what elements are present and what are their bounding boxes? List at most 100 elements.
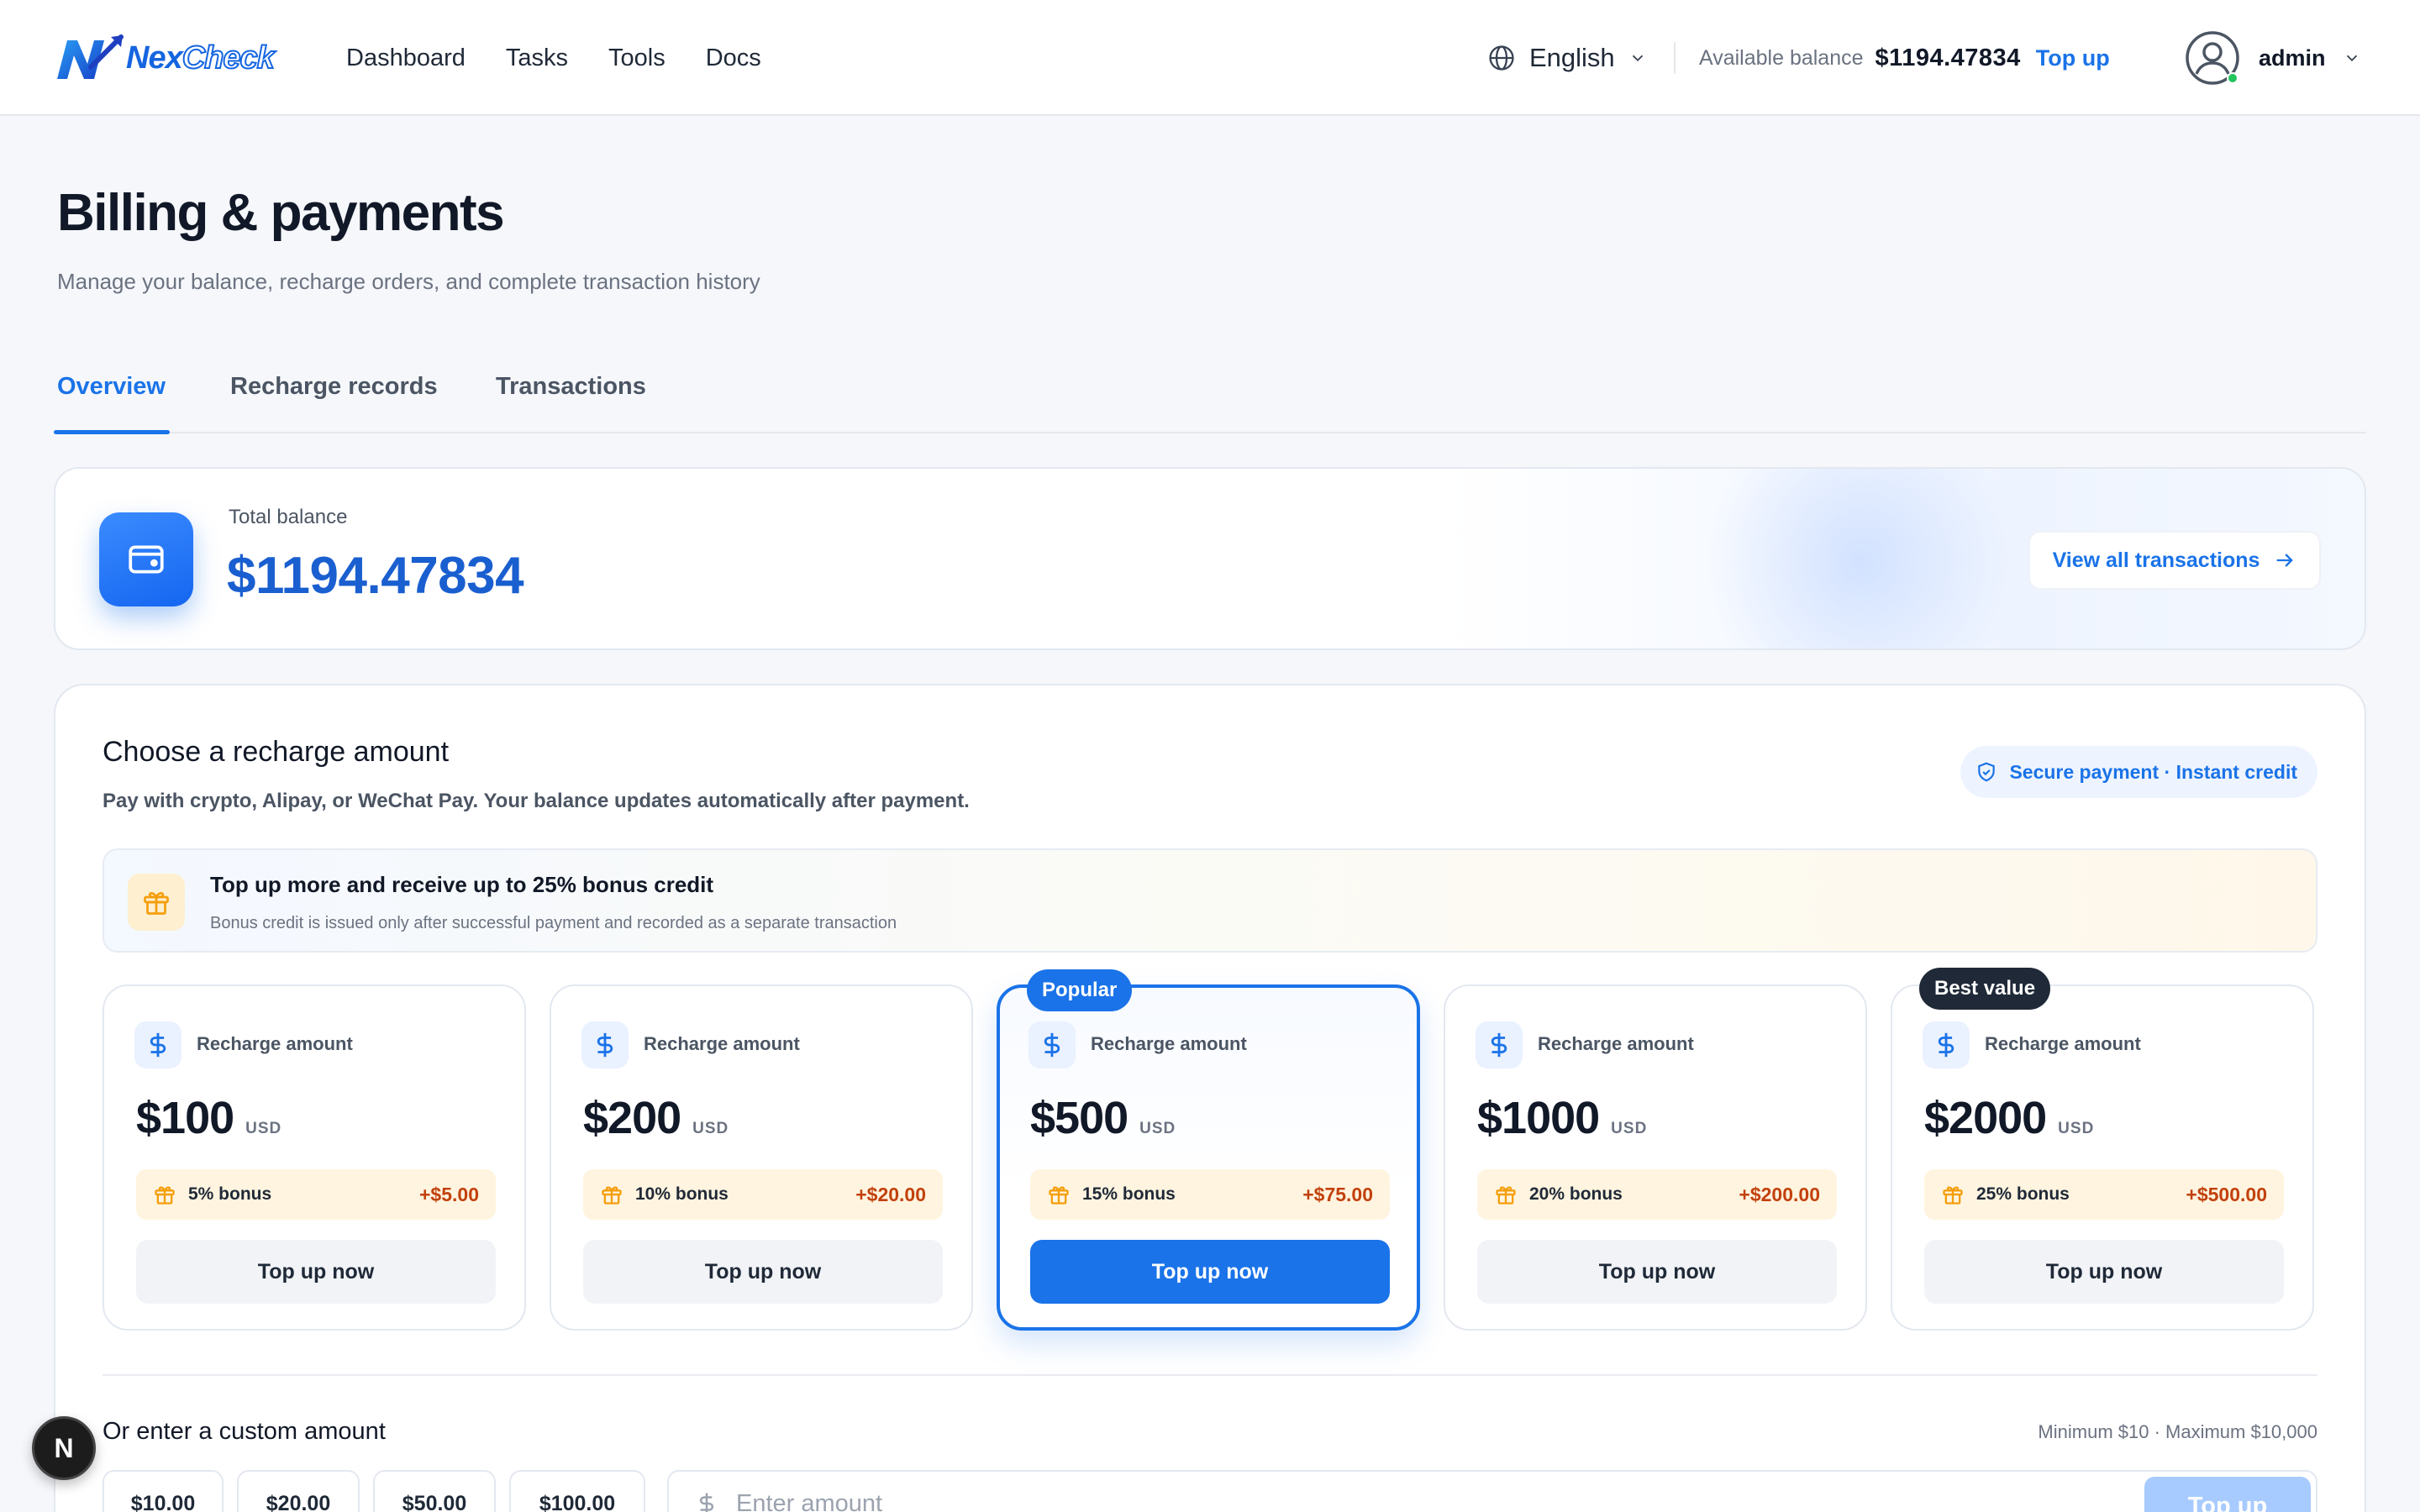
bonus-amount: +$200.00 (1739, 1183, 1820, 1205)
top-up-now-button[interactable]: Top up now (1030, 1240, 1390, 1304)
popular-tag: Popular (1027, 969, 1133, 1011)
plan-amount: $500 USD (1030, 1093, 1176, 1143)
dollar-badge (1923, 1021, 1970, 1068)
recharge-title: Choose a recharge amount (103, 736, 450, 768)
preset-amount-100[interactable]: $100.00 (509, 1470, 645, 1512)
shield-check-icon (1978, 762, 1996, 782)
header-balance: Available balance $1194.47834 Top up (1699, 39, 2110, 77)
main-nav: Dashboard Tasks Tools Docs (346, 0, 761, 116)
dollar-badge (581, 1021, 629, 1068)
preset-amount-20[interactable]: $20.00 (237, 1470, 360, 1512)
plan-card-2000[interactable]: Best value Recharge amount $2000 USD 25% … (1891, 968, 2314, 1331)
bonus-banner-title: Top up more and receive up to 25% bonus … (210, 872, 714, 897)
top-up-now-button[interactable]: Top up now (136, 1240, 496, 1304)
arrow-right-icon (2277, 554, 2294, 567)
recharge-subtitle: Pay with crypto, Alipay, or WeChat Pay. … (103, 790, 970, 812)
user-menu[interactable]: admin (2185, 30, 2361, 86)
language-label: English (1529, 43, 1615, 72)
plan-card-500[interactable]: Popular Recharge amount $500 USD 15% bonu… (997, 969, 1420, 1331)
plan-unit: USD (692, 1120, 729, 1137)
online-status-dot (2227, 72, 2238, 84)
dollar-icon (150, 1032, 166, 1058)
nav-tools[interactable]: Tools (608, 45, 666, 72)
dollar-badge (1028, 1021, 1076, 1068)
nav-docs[interactable]: Docs (706, 45, 761, 72)
plan-card-100[interactable]: Recharge amount $100 USD 5% bonus +$5.00 … (103, 984, 526, 1331)
bonus-amount: +$500.00 (2186, 1183, 2267, 1205)
total-balance-label: Total balance (229, 506, 348, 528)
gift-icon (1943, 1186, 1963, 1205)
nav-dashboard[interactable]: Dashboard (346, 45, 466, 72)
plan-bonus: 25% bonus +$500.00 (1924, 1169, 2284, 1220)
tab-overview[interactable]: Overview (57, 373, 166, 401)
custom-amount-title: Or enter a custom amount (103, 1418, 386, 1445)
globe-icon (1489, 45, 1514, 71)
logo[interactable]: NexCheck (54, 34, 276, 82)
dollar-badge (1476, 1021, 1523, 1068)
dollar-icon (1491, 1032, 1507, 1058)
bonus-banner-subtitle: Bonus credit is issued only after succes… (210, 914, 897, 932)
bonus-percent: 5% bonus (188, 1184, 272, 1204)
gift-icon (602, 1186, 622, 1205)
top-navbar: NexCheck Dashboard Tasks Tools Docs Engl… (0, 0, 2420, 116)
custom-amount-field[interactable]: Top up (667, 1470, 2317, 1512)
chevron-down-icon (2346, 55, 2357, 62)
language-selector[interactable]: English (1487, 39, 1647, 77)
dollar-badge (134, 1021, 182, 1068)
floating-n-button[interactable]: N (32, 1416, 96, 1480)
header-topup-link[interactable]: Top up (2036, 45, 2110, 71)
tab-recharge-records[interactable]: Recharge records (230, 373, 438, 401)
logo-mark-icon (57, 34, 124, 79)
gift-icon (1496, 1186, 1516, 1205)
view-all-transactions-button[interactable]: View all transactions (2028, 531, 2321, 590)
page-subtitle: Manage your balance, recharge orders, an… (57, 269, 760, 294)
plan-label: Recharge amount (1091, 1033, 1247, 1054)
bonus-percent: 15% bonus (1082, 1184, 1176, 1204)
plan-card-200[interactable]: Recharge amount $200 USD 10% bonus +$20.0… (550, 984, 973, 1331)
plan-amount: $2000 USD (1924, 1093, 2095, 1143)
nav-tasks[interactable]: Tasks (506, 45, 568, 72)
gift-icon (1049, 1186, 1069, 1205)
custom-amount-limits: Minimum $10 · Maximum $10,000 (2038, 1421, 2317, 1442)
plan-unit: USD (245, 1120, 282, 1137)
tab-transactions[interactable]: Transactions (496, 373, 646, 401)
chevron-down-icon (1632, 55, 1643, 62)
plan-bonus: 10% bonus +$20.00 (583, 1169, 943, 1220)
preset-amount-50[interactable]: $50.00 (373, 1470, 496, 1512)
plan-label: Recharge amount (644, 1033, 800, 1054)
billing-tabs: Overview Recharge records Transactions (54, 353, 2366, 434)
plan-bonus: 15% bonus +$75.00 (1030, 1169, 1390, 1220)
secure-payment-badge: Secure payment · Instant credit (1960, 746, 2317, 798)
custom-topup-button[interactable]: Top up (2144, 1477, 2311, 1512)
gift-icon (144, 891, 169, 915)
balance-amount: $1194.47834 (1875, 44, 2021, 71)
plan-amount: $1000 USD (1477, 1093, 1648, 1143)
bonus-percent: 10% bonus (635, 1184, 729, 1204)
plan-label: Recharge amount (1538, 1033, 1694, 1054)
section-divider (103, 1374, 2317, 1376)
recharge-panel: Choose a recharge amount Pay with crypto… (54, 684, 2366, 1512)
plan-unit: USD (2058, 1120, 2095, 1137)
gift-badge (128, 874, 185, 931)
active-tab-indicator (54, 430, 170, 434)
bonus-amount: +$20.00 (855, 1183, 926, 1205)
page-title: Billing & payments (57, 184, 505, 242)
total-balance-card: Total balance $1194.47834 View all trans… (54, 467, 2366, 650)
bonus-banner: Top up more and receive up to 25% bonus … (103, 848, 2317, 953)
avatar[interactable] (2185, 30, 2240, 86)
preset-amount-10[interactable]: $10.00 (103, 1470, 224, 1512)
plan-unit: USD (1611, 1120, 1648, 1137)
custom-amount-input[interactable] (736, 1489, 1912, 1512)
view-all-label: View all transactions (2052, 548, 2260, 572)
card-glow (1692, 469, 2028, 648)
dollar-icon (1938, 1032, 1954, 1058)
plan-card-1000[interactable]: Recharge amount $1000 USD 20% bonus +$200… (1444, 984, 1867, 1331)
top-up-now-button[interactable]: Top up now (1924, 1240, 2284, 1304)
plan-bonus: 5% bonus +$5.00 (136, 1169, 496, 1220)
top-up-now-button[interactable]: Top up now (1477, 1240, 1837, 1304)
top-up-now-button[interactable]: Top up now (583, 1240, 943, 1304)
wallet-badge (99, 512, 193, 606)
plan-label: Recharge amount (1985, 1033, 2141, 1054)
best-value-tag: Best value (1919, 968, 2051, 1010)
dollar-icon (1044, 1032, 1060, 1058)
